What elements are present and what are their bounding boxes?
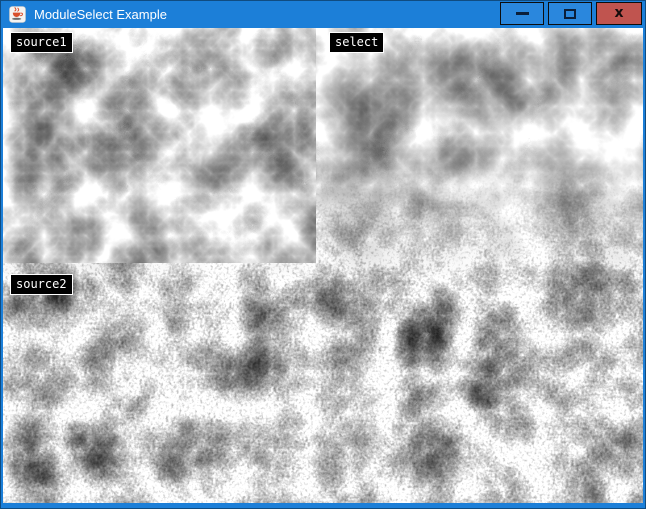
close-button[interactable]: x <box>596 2 642 25</box>
minimize-icon <box>516 12 529 15</box>
window-title: ModuleSelect Example <box>34 7 167 22</box>
maximize-button[interactable] <box>548 2 592 25</box>
label-source2: source2 <box>10 274 73 295</box>
app-window: ModuleSelect Example x <box>0 0 646 509</box>
render-area: source1 select source2 <box>3 28 643 503</box>
window-controls: x <box>500 2 642 25</box>
source1-texture <box>3 28 316 263</box>
noise-render <box>3 28 643 503</box>
minimize-button[interactable] <box>500 2 544 25</box>
label-select: select <box>329 32 384 53</box>
title-bar[interactable]: ModuleSelect Example x <box>0 0 646 28</box>
maximize-icon <box>564 9 576 19</box>
label-source1: source1 <box>10 32 73 53</box>
java-coffee-cup-icon <box>9 6 26 23</box>
close-icon: x <box>614 6 623 20</box>
